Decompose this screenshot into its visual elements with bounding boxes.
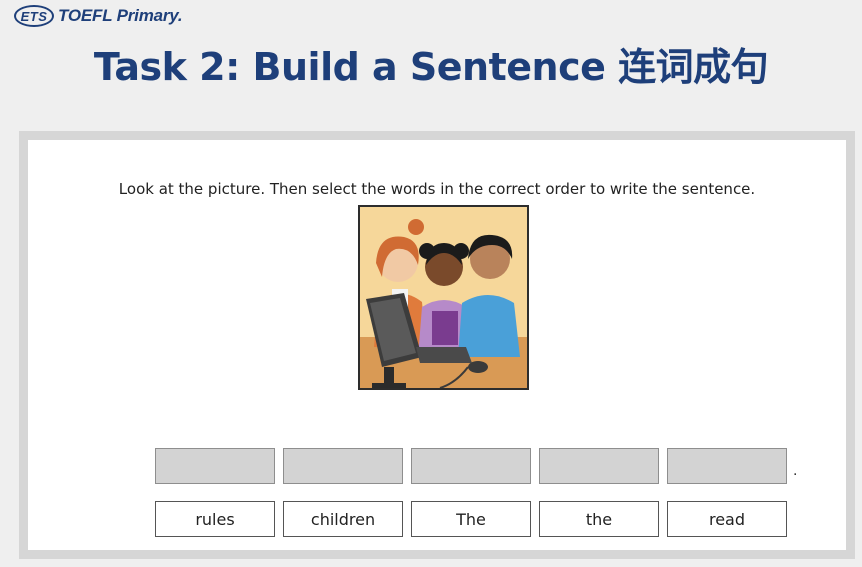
word-button-read[interactable]: read	[667, 501, 787, 537]
word-button-the-capital[interactable]: The	[411, 501, 531, 537]
task-panel: Look at the picture. Then select the wor…	[28, 140, 846, 550]
answer-slot-1[interactable]	[155, 448, 275, 484]
word-button-rules[interactable]: rules	[155, 501, 275, 537]
page-title: Task 2: Build a Sentence 连词成句	[93, 45, 769, 89]
task-panel-frame: Look at the picture. Then select the wor…	[19, 131, 855, 559]
sentence-period: .	[793, 462, 798, 479]
ets-logo: ETS	[14, 5, 54, 27]
word-button-the[interactable]: the	[539, 501, 659, 537]
illustration-svg	[360, 207, 527, 388]
children-computer-picture	[358, 205, 529, 390]
word-button-children[interactable]: children	[283, 501, 403, 537]
answer-slot-4[interactable]	[539, 448, 659, 484]
brand-text: TOEFL Primary.	[58, 6, 183, 25]
instruction-text: Look at the picture. Then select the wor…	[118, 180, 756, 198]
answer-slots	[155, 448, 787, 484]
answer-slot-3[interactable]	[411, 448, 531, 484]
word-options: rules children The the read	[155, 501, 787, 537]
answer-slot-2[interactable]	[283, 448, 403, 484]
brand-header: ETS TOEFL Primary.	[14, 5, 183, 27]
answer-slot-5[interactable]	[667, 448, 787, 484]
